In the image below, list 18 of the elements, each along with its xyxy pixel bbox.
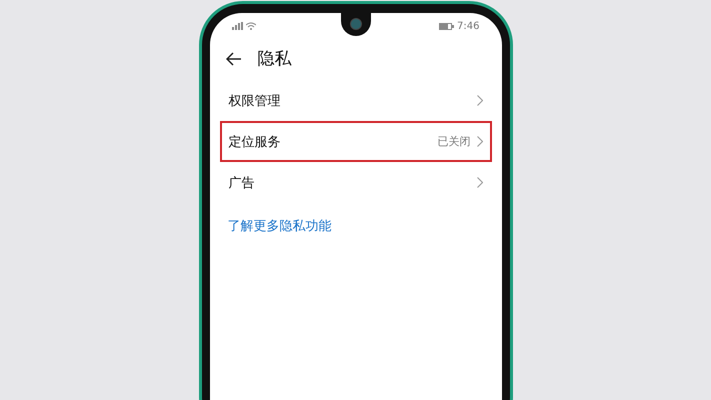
chevron-right-icon [476,177,482,188]
row-label: 权限管理 [228,92,282,110]
camera-icon [350,18,362,30]
row-label: 广告 [228,174,256,192]
back-arrow-icon[interactable] [226,52,242,66]
battery-icon [439,22,454,30]
settings-row[interactable]: 权限管理 [220,80,492,121]
wifi-icon [246,22,256,30]
row-label: 定位服务 [228,134,282,150]
signal-icon [232,22,242,30]
chevron-right-icon [476,136,482,147]
page-title: 隐私 [258,48,292,70]
row-value: 已关闭 [438,134,470,149]
learn-more-link[interactable]: 了解更多隐私功能 [210,203,502,249]
chevron-right-icon [476,95,482,106]
settings-row[interactable]: 广告 [220,162,492,203]
settings-row[interactable]: 定位服务 已关闭 [220,121,492,162]
status-time: 7:46 [457,20,480,32]
